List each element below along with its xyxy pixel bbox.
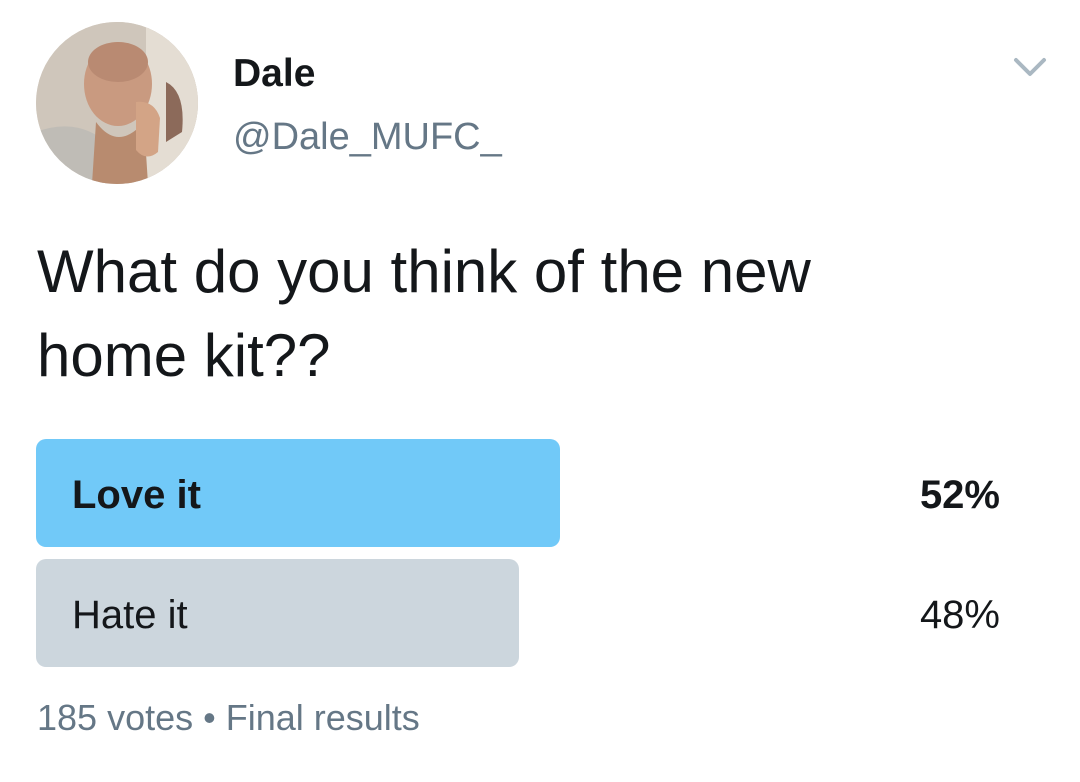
tweet-text-line: home kit?? [37, 322, 331, 389]
author-handle[interactable]: @Dale_MUFC_ [233, 116, 502, 159]
poll-meta: 185 votes • Final results [37, 697, 420, 739]
tweet-text: What do you think of the new home kit?? [37, 230, 997, 398]
avatar-photo [36, 22, 198, 184]
poll-option-label: Hate it [72, 593, 188, 637]
chevron-down-icon[interactable] [1010, 52, 1050, 82]
tweet-text-line: What do you think of the new [37, 238, 811, 305]
poll-option-percent: 52% [919, 473, 1000, 517]
poll-meta-separator: • [203, 697, 216, 738]
avatar[interactable] [36, 22, 198, 184]
author-display-name[interactable]: Dale [233, 52, 315, 96]
poll-option-label: Love it [72, 473, 201, 517]
poll-option-hate-it[interactable]: Hate it 48% [36, 559, 1036, 667]
tweet: Dale @Dale_MUFC_ What do you think of th… [0, 0, 1080, 782]
poll-option-percent: 48% [919, 593, 1000, 637]
poll-vote-count: 185 votes [37, 697, 194, 738]
poll-option-love-it[interactable]: Love it 52% [36, 439, 1036, 547]
poll-status: Final results [225, 697, 420, 738]
